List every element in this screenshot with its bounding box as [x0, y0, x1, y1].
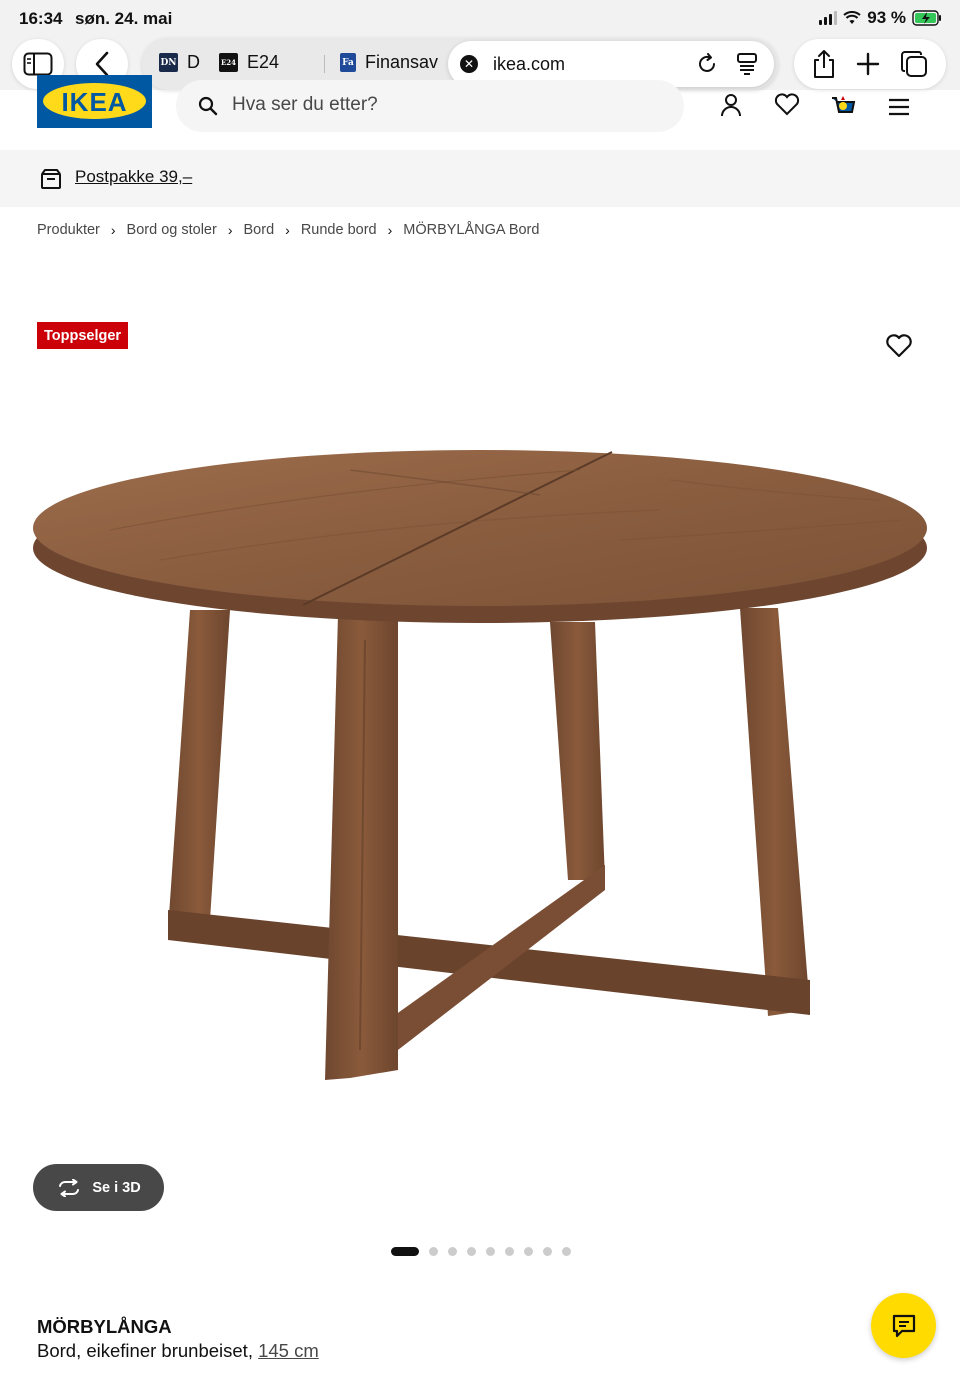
carousel-dot[interactable] — [562, 1247, 571, 1256]
tab-overview-icon[interactable] — [900, 50, 928, 78]
battery-percent: 93 % — [867, 8, 906, 27]
finansavisen-favicon-icon: Fa — [340, 53, 356, 72]
product-size-link[interactable]: 145 cm — [258, 1340, 319, 1361]
product-image[interactable] — [20, 400, 940, 1120]
status-date: søn. 24. mai — [75, 9, 173, 28]
breadcrumb: Produkter › Bord og stoler › Bord › Rund… — [37, 222, 539, 238]
product-name: MÖRBYLÅNGA — [37, 1316, 172, 1337]
tab-dn[interactable]: DN D — [159, 52, 205, 73]
status-time: 16:34 — [19, 9, 63, 28]
dn-favicon-icon: DN — [159, 53, 178, 72]
topseller-badge: Toppselger — [37, 322, 129, 349]
menu-icon[interactable] — [886, 92, 912, 118]
view-3d-button[interactable]: Se i 3D — [33, 1164, 164, 1211]
status-right: 93 % — [819, 8, 942, 28]
product-description-text: Bord, eikefiner brunbeiset, — [37, 1340, 253, 1361]
favorites-icon[interactable] — [774, 92, 800, 118]
carousel-dot[interactable] — [486, 1247, 495, 1256]
chevron-right-icon: › — [387, 222, 393, 238]
ikea-logo[interactable]: IKEA — [37, 75, 152, 128]
status-bar: 16:34 søn. 24. mai 93 % — [0, 0, 960, 38]
logo-text: IKEA — [61, 87, 128, 117]
tab-divider — [324, 55, 325, 73]
search-placeholder: Hva ser du etter? — [232, 94, 378, 115]
carousel-dot[interactable] — [467, 1247, 476, 1256]
heart-icon[interactable] — [884, 331, 914, 361]
carousel-dot[interactable] — [505, 1247, 514, 1256]
tab-title: D — [187, 52, 200, 72]
chevron-left-icon — [95, 51, 109, 77]
carousel-dot[interactable] — [524, 1247, 533, 1256]
product-description: Bord, eikefiner brunbeiset, 145 cm — [37, 1340, 319, 1362]
cellular-signal-icon — [819, 11, 838, 25]
close-tab-icon[interactable]: ✕ — [460, 55, 478, 73]
carousel-indicator[interactable] — [391, 1247, 571, 1256]
chevron-right-icon: › — [227, 222, 233, 238]
user-icon[interactable] — [718, 92, 744, 118]
cart-icon[interactable] — [830, 92, 856, 118]
promo-bar: Postpakke 39,– — [0, 150, 960, 207]
e24-favicon-icon: E24 — [219, 53, 238, 72]
share-icon[interactable] — [812, 49, 836, 79]
chat-icon — [892, 1314, 915, 1337]
reader-icon[interactable] — [736, 52, 758, 76]
promo-link[interactable]: Postpakke 39,– — [75, 167, 192, 187]
carousel-dot[interactable] — [391, 1247, 419, 1256]
new-tab-icon[interactable] — [856, 52, 880, 76]
package-icon — [41, 169, 61, 189]
wifi-icon — [843, 11, 861, 24]
search-input[interactable]: Hva ser du etter? — [176, 80, 684, 132]
breadcrumb-item-runde-bord[interactable]: Runde bord — [301, 222, 377, 238]
tab-e24[interactable]: E24 E24 — [219, 52, 329, 73]
carousel-dot[interactable] — [543, 1247, 552, 1256]
breadcrumb-item-bord-og-stoler[interactable]: Bord og stoler — [127, 222, 217, 238]
carousel-dot[interactable] — [429, 1247, 438, 1256]
breadcrumb-item-current: MÖRBYLÅNGA Bord — [403, 222, 540, 238]
sidebar-icon — [23, 52, 53, 76]
tab-title: Finansav — [364, 52, 438, 72]
tab-finansavisen[interactable]: Fa Finansav — [340, 52, 438, 73]
reload-icon[interactable] — [696, 53, 718, 75]
toolbar-actions — [794, 39, 946, 89]
chevron-right-icon: › — [285, 222, 290, 238]
view-3d-label: Se i 3D — [92, 1179, 141, 1196]
chevron-right-icon: › — [110, 222, 116, 238]
breadcrumb-item-bord[interactable]: Bord — [244, 222, 275, 238]
tab-title: E24 — [247, 52, 280, 72]
battery-charging-icon — [912, 10, 941, 26]
chat-button[interactable] — [871, 1293, 936, 1358]
search-icon — [198, 96, 218, 116]
breadcrumb-item-produkter[interactable]: Produkter — [37, 222, 100, 238]
carousel-dot[interactable] — [448, 1247, 457, 1256]
address-url[interactable]: ikea.com — [493, 54, 565, 75]
rotate-3d-icon — [59, 1178, 80, 1197]
